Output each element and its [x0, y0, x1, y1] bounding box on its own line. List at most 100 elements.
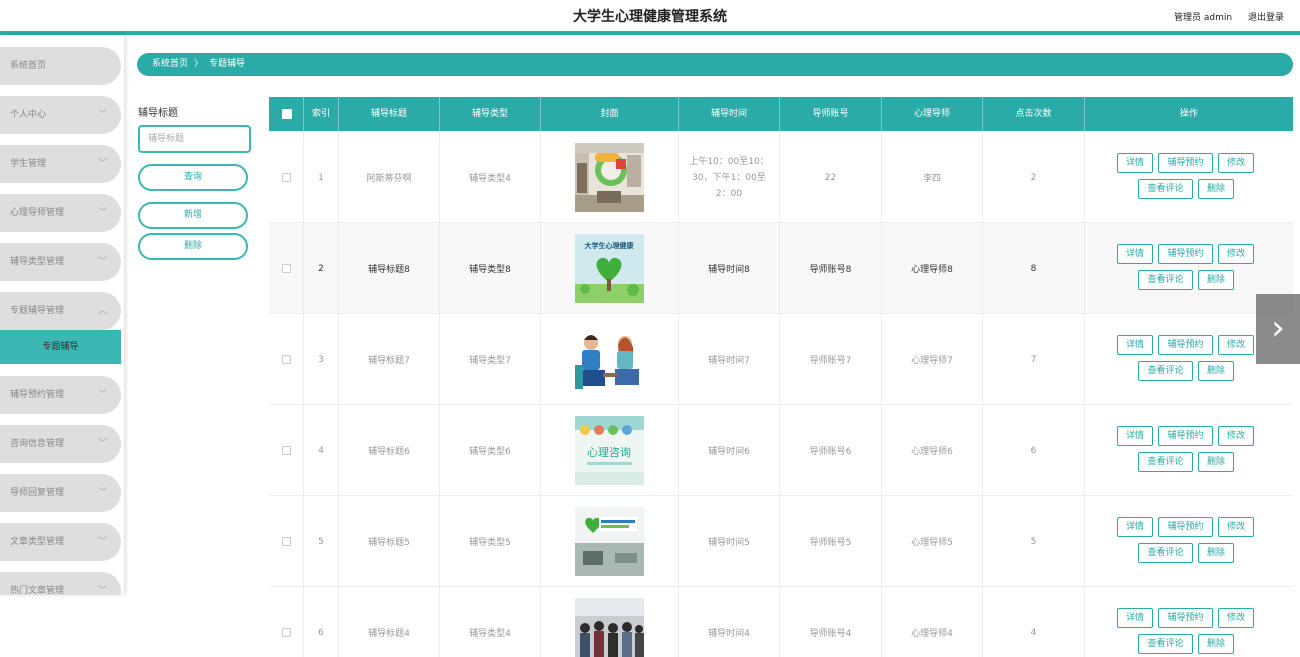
cell-time: 上午10：00至10：30，下午1：00至2：00: [679, 132, 780, 223]
select-all-checkbox[interactable]: [282, 109, 292, 119]
header-accent-line: [0, 31, 1300, 35]
cell-title: 辅导标题7: [339, 314, 440, 405]
edit-button[interactable]: 修改: [1218, 153, 1254, 173]
row-delete-button[interactable]: 删除: [1198, 543, 1234, 563]
detail-button[interactable]: 详情: [1117, 153, 1153, 173]
cover-room-photo: [575, 507, 644, 576]
logout-link[interactable]: 退出登录: [1248, 10, 1284, 23]
cell-account: 导师账号8: [780, 223, 882, 314]
topic-table: 索引 辅导标题 辅导类型 封面 辅导时间 导师账号 心理导师 点击次数 操作 1…: [269, 97, 1293, 657]
view-comments-button[interactable]: 查看评论: [1138, 179, 1193, 199]
title-search-input[interactable]: 辅导标题: [138, 125, 251, 153]
sidebar-item-home[interactable]: 系统首页: [0, 47, 121, 85]
view-comments-button[interactable]: 查看评论: [1138, 543, 1193, 563]
cell-type: 辅导类型8: [440, 223, 541, 314]
sidebar-subitem-topic-counseling[interactable]: 专题辅导: [0, 330, 121, 364]
header-cover: 封面: [541, 97, 679, 131]
cover-classroom-photo: [575, 143, 644, 212]
row-checkbox[interactable]: [281, 446, 291, 455]
view-comments-button[interactable]: 查看评论: [1138, 634, 1193, 654]
appoint-button[interactable]: 辅导预约: [1158, 426, 1213, 446]
cell-cover: 大学生心理健康: [541, 223, 679, 314]
row-delete-button[interactable]: 删除: [1198, 361, 1234, 381]
row-checkbox[interactable]: [281, 355, 291, 364]
svg-text:心理咨询: 心理咨询: [587, 445, 631, 459]
sidebar-item-consult[interactable]: 咨询信息管理 ﹀: [0, 425, 121, 463]
edit-button[interactable]: 修改: [1218, 426, 1254, 446]
view-comments-button[interactable]: 查看评论: [1138, 270, 1193, 290]
chevron-down-icon: ﹀: [97, 159, 107, 169]
detail-button[interactable]: 详情: [1117, 244, 1153, 264]
sidebar-item-label: 咨询信息管理: [10, 439, 65, 449]
sidebar-item-label: 辅导类型管理: [10, 257, 65, 267]
row-delete-button[interactable]: 删除: [1198, 270, 1234, 290]
sidebar-item-mentors[interactable]: 心理导师管理 ﹀: [0, 194, 121, 232]
cell-mentor: 心理导师4: [882, 587, 983, 657]
edit-button[interactable]: 修改: [1218, 335, 1254, 355]
sidebar-item-types[interactable]: 辅导类型管理 ﹀: [0, 243, 121, 281]
row-delete-button[interactable]: 删除: [1198, 179, 1234, 199]
sidebar-item-profile[interactable]: 个人中心 ﹀: [0, 96, 121, 134]
header-select-all[interactable]: [269, 97, 304, 131]
cell-clicks: 8: [983, 223, 1085, 314]
row-checkbox[interactable]: [281, 628, 291, 637]
cell-mentor: 心理导师5: [882, 496, 983, 587]
edit-button[interactable]: 修改: [1218, 517, 1254, 537]
edit-button[interactable]: 修改: [1218, 608, 1254, 628]
header-clicks: 点击次数: [983, 97, 1085, 131]
view-comments-button[interactable]: 查看评论: [1138, 361, 1193, 381]
cell-type: 辅导类型4: [440, 587, 541, 657]
cell-account: 导师账号7: [780, 314, 882, 405]
detail-button[interactable]: 详情: [1117, 426, 1153, 446]
app-title: 大学生心理健康管理系统: [573, 9, 727, 25]
cell-account: 导师账号6: [780, 405, 882, 496]
detail-button[interactable]: 详情: [1117, 608, 1153, 628]
edit-button[interactable]: 修改: [1218, 244, 1254, 264]
cell-actions: 详情 辅导预约 修改 查看评论 删除: [1085, 132, 1293, 223]
search-button[interactable]: 查询: [138, 164, 248, 191]
row-checkbox[interactable]: [281, 264, 291, 273]
delete-button[interactable]: 删除: [138, 233, 248, 260]
cell-title: 阿斯蒂芬啊: [339, 132, 440, 223]
svg-text:大学生心理健康: 大学生心理健康: [585, 241, 635, 250]
table-row: 3 辅导标题7 辅导类型7 辅导时间7 导师账号7 心理导师7 7 详情 辅导预…: [269, 314, 1293, 405]
chevron-down-icon: ﹀: [97, 390, 107, 400]
cell-time: 辅导时间6: [679, 405, 780, 496]
sidebar-item-hot-articles[interactable]: 热门文章管理 ﹀: [0, 572, 121, 595]
sidebar-item-label: 系统首页: [10, 61, 47, 71]
sidebar-item-students[interactable]: 学生管理 ﹀: [0, 145, 121, 183]
cell-cover: 心理咨询: [541, 405, 679, 496]
row-checkbox[interactable]: [281, 537, 291, 546]
breadcrumb-home[interactable]: 系统首页: [152, 59, 188, 69]
detail-button[interactable]: 详情: [1117, 517, 1153, 537]
cell-index: 5: [304, 496, 339, 587]
sidebar-item-appointments[interactable]: 辅导预约管理 ﹀: [0, 376, 121, 414]
appoint-button[interactable]: 辅导预约: [1158, 517, 1213, 537]
appoint-button[interactable]: 辅导预约: [1158, 153, 1213, 173]
appoint-button[interactable]: 辅导预约: [1158, 335, 1213, 355]
chevron-down-icon: ﹀: [97, 586, 107, 595]
header-title: 辅导标题: [339, 97, 440, 131]
row-delete-button[interactable]: 删除: [1198, 452, 1234, 472]
chevron-down-icon: ﹀: [97, 208, 107, 218]
chevron-right-icon[interactable]: ›: [1256, 294, 1300, 364]
add-button[interactable]: 新增: [138, 202, 248, 229]
cell-account: 22: [780, 132, 882, 223]
row-select-cell: [269, 314, 304, 405]
appoint-button[interactable]: 辅导预约: [1158, 608, 1213, 628]
row-delete-button[interactable]: 删除: [1198, 634, 1234, 654]
cell-index: 2: [304, 223, 339, 314]
detail-button[interactable]: 详情: [1117, 335, 1153, 355]
row-checkbox[interactable]: [281, 173, 291, 182]
sidebar-item-replies[interactable]: 导师回复管理 ﹀: [0, 474, 121, 512]
sidebar-item-article-types[interactable]: 文章类型管理 ﹀: [0, 523, 121, 561]
table-row: 4 辅导标题6 辅导类型6 心理咨询 辅导时间6 导师账号6 心理导师6 6 详…: [269, 405, 1293, 496]
table-row: 1 阿斯蒂芬啊 辅导类型4 上午10：00至10：30，下午1：00至2：00 …: [269, 132, 1293, 223]
appoint-button[interactable]: 辅导预约: [1158, 244, 1213, 264]
row-select-cell: [269, 223, 304, 314]
sidebar-item-topics[interactable]: 专题辅导管理 ︿: [0, 292, 121, 330]
top-bar: 大学生心理健康管理系统 管理员 admin 退出登录: [0, 0, 1300, 31]
breadcrumb-separator: 〉: [194, 59, 204, 69]
view-comments-button[interactable]: 查看评论: [1138, 452, 1193, 472]
sidebar-item-label: 文章类型管理: [10, 537, 65, 547]
